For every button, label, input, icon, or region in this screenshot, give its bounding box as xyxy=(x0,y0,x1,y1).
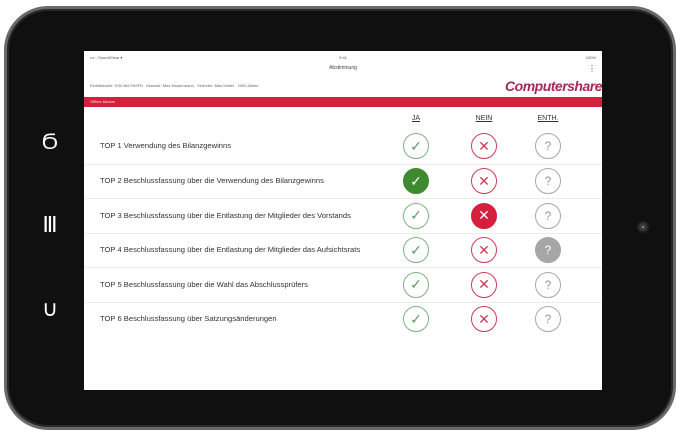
page-title: Abstimmung xyxy=(329,65,357,71)
vote-yes-button[interactable]: ✓ xyxy=(403,133,429,160)
agenda-row: TOP 1 Verwendung des Bilanzgewinns ✓ ✕? xyxy=(84,129,602,164)
agenda-row: TOP 3 Beschlussfassung über die Entlastu… xyxy=(84,198,602,233)
menu-icon[interactable]: ⋮ xyxy=(588,64,596,73)
vote-no-button[interactable]: ✕ xyxy=(471,237,497,264)
vote-yes-button[interactable]: ✓ xyxy=(403,168,429,195)
agenda-row: TOP 6 Beschlussfassung über Satzungsände… xyxy=(84,301,602,337)
agenda-row: TOP 4 Beschlussfassung über die Entlastu… xyxy=(84,232,602,268)
agenda-row: TOP 5 Beschlussfassung über die Wahl das… xyxy=(84,267,602,302)
status-bar: •••◦◦ SoundClear ▾ 9:41 100% Abstimmung … xyxy=(84,51,602,77)
vote-yes-button[interactable]: ✓ xyxy=(403,237,429,264)
agenda-item-label: TOP 4 Beschlussfassung über die Entlastu… xyxy=(100,245,361,255)
mode-label: Offline-Modus xyxy=(90,99,115,104)
shareholder-info: Eintrittskarte: 578-084-FA9FN Aktionär: … xyxy=(90,83,259,88)
vote-abstain-button[interactable]: ? xyxy=(535,271,561,298)
vote-yes-button[interactable]: ✓ xyxy=(403,271,429,298)
column-header-enth: ENTH. xyxy=(537,115,559,122)
vote-abstain-button[interactable]: ? xyxy=(535,237,561,264)
vote-no-button[interactable]: ✕ xyxy=(471,168,497,195)
agenda-list: TOP 1 Verwendung des Bilanzgewinns ✓ ✕? TOP… xyxy=(84,129,602,336)
vote-no-button[interactable]: ✕ xyxy=(471,271,497,298)
vote-abstain-button[interactable]: ? xyxy=(535,202,561,229)
brand-logo: Computershare xyxy=(505,78,602,94)
agenda-item-label: TOP 2 Beschlussfassung über die Verwendu… xyxy=(100,176,324,186)
agenda-item-label: TOP 1 Verwendung des Bilanzgewinns xyxy=(100,141,232,151)
column-header-ja: JA xyxy=(411,115,421,122)
columns-icon[interactable]: Ⅲ xyxy=(35,214,65,236)
back-icon[interactable]: ∪ xyxy=(35,298,65,320)
vote-yes-button[interactable]: ✓ xyxy=(403,306,429,333)
vote-abstain-button[interactable]: ? xyxy=(535,133,561,160)
agenda-item-label: TOP 3 Beschlussfassung über die Entlastu… xyxy=(100,210,351,220)
key-icon[interactable]: Ϭ xyxy=(35,131,65,153)
shareholder-info-bar: Eintrittskarte: 578-084-FA9FN Aktionär: … xyxy=(84,77,602,97)
vote-no-button[interactable]: ✕ xyxy=(471,202,497,229)
app-screen: •••◦◦ SoundClear ▾ 9:41 100% Abstimmung … xyxy=(84,51,602,390)
agenda-item-label: TOP 6 Beschlussfassung über Satzungsände… xyxy=(100,314,277,324)
vote-no-button[interactable]: ✕ xyxy=(471,133,497,160)
agenda-row: TOP 2 Beschlussfassung über die Verwendu… xyxy=(84,163,602,199)
camera-icon xyxy=(637,221,649,233)
agenda-item-label: TOP 5 Beschlussfassung über die Wahl das… xyxy=(100,279,308,289)
mode-banner: Offline-Modus xyxy=(84,97,602,107)
vote-abstain-button[interactable]: ? xyxy=(535,306,561,333)
vote-yes-button[interactable]: ✓ xyxy=(403,202,429,229)
vote-column-headers: JA NEIN ENTH. xyxy=(84,107,602,129)
column-header-nein: NEIN xyxy=(475,115,493,122)
status-time: 9:41 xyxy=(339,55,347,60)
vote-no-button[interactable]: ✕ xyxy=(471,306,497,333)
carrier-signal: •••◦◦ SoundClear ▾ xyxy=(90,55,123,60)
battery-indicator: 100% xyxy=(585,55,596,60)
vote-abstain-button[interactable]: ? xyxy=(535,168,561,195)
